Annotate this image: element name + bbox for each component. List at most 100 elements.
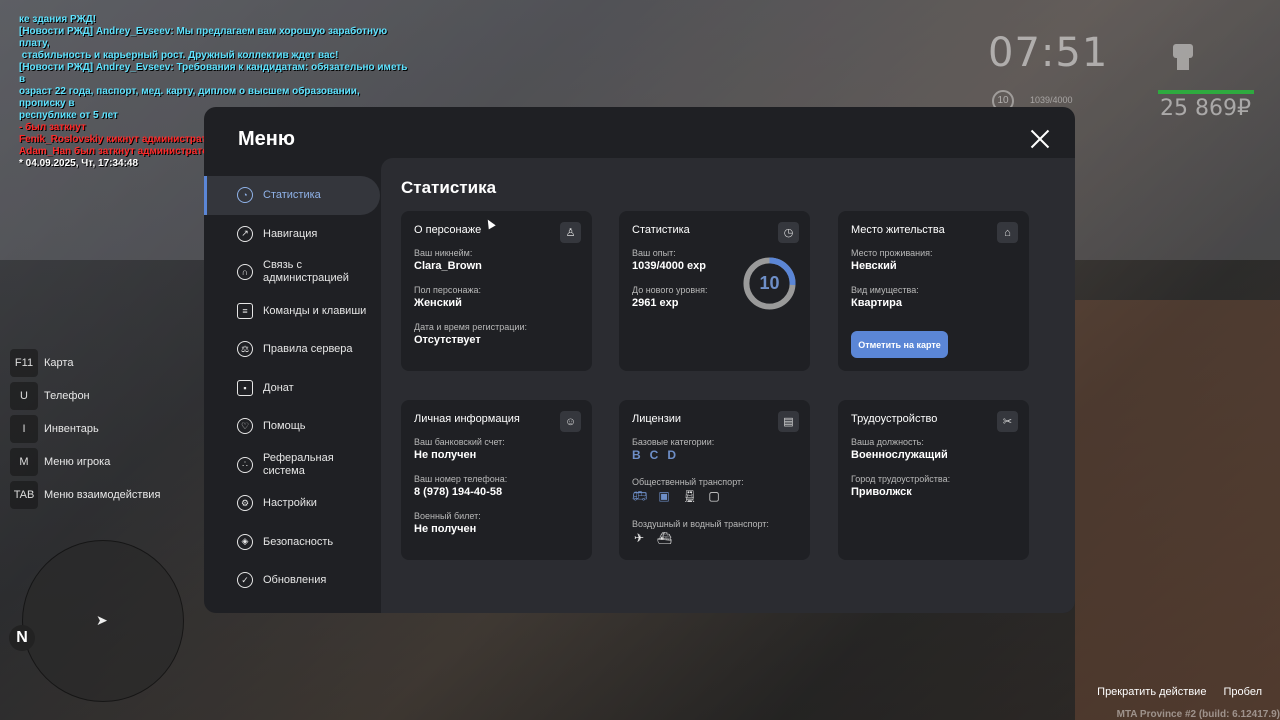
sidebar-item-statistics[interactable]: ◔ Статистика (204, 176, 380, 215)
key-hint-player-menu[interactable]: M Меню игрока (10, 445, 160, 478)
space-key-label: Пробел (1223, 686, 1263, 698)
plane-icon: ✈ (633, 531, 645, 545)
key-cap: I (10, 414, 38, 443)
tram-icon: ▢ (708, 489, 720, 503)
license-category: C (649, 448, 659, 462)
key-label: Карта (44, 356, 74, 369)
sidebar-item-updates[interactable]: ✓ Обновления (204, 561, 380, 600)
boat-icon: ⛴ (657, 531, 673, 545)
sidebar-item-label: Безопасность (263, 535, 334, 548)
chat-line: ке здания РЖД! (19, 14, 97, 25)
air-water-transport-icons: ✈ ⛴ (632, 531, 682, 545)
action-hints: Прекратить действие Пробел (1083, 686, 1262, 698)
sidebar-item-donate[interactable]: ▪ Донат (204, 369, 380, 408)
heart-hands-icon: ♡ (237, 418, 253, 435)
gear-icon: ⚙ (237, 495, 253, 512)
key-cap: TAB (10, 480, 38, 509)
network-icon: ∴ (237, 456, 253, 473)
field-label: Пол персонажа: (414, 285, 482, 295)
sidebar-item-label: Правила сервера (263, 343, 353, 356)
sidebar-item-label: Реферальная система (263, 451, 334, 477)
field-label: Воздушный и водный транспорт: (632, 519, 769, 529)
field-value: Женский (414, 297, 462, 309)
key-cap: M (10, 447, 38, 476)
field-label: Ваш номер телефона: (414, 474, 508, 484)
license-categories: B C D (632, 448, 685, 462)
field-label: Дата и время регистрации: (414, 322, 527, 332)
sidebar-item-commands[interactable]: ≡ Команды и клавиши (204, 292, 380, 331)
headset-icon: ∩ (237, 264, 253, 281)
sidebar-item-security[interactable]: ◈ Безопасность (204, 523, 380, 562)
field-value: 2961 exp (632, 297, 679, 309)
key-hint-phone[interactable]: U Телефон (10, 379, 160, 412)
cancel-action-label: Прекратить действие (1097, 686, 1207, 698)
card-title: О персонаже (414, 224, 482, 236)
level-number: 10 (759, 273, 780, 293)
field-value: Военнослужащий (851, 449, 948, 461)
hud-money: 25 869₽ (1160, 96, 1251, 121)
north-indicator: N (9, 625, 35, 651)
menu-sidebar: ◔ Статистика ↗ Навигация ∩ Связь с админ… (204, 176, 380, 600)
main-menu-window: Меню ◔ Статистика ↗ Навигация ∩ Связь с … (204, 107, 1075, 613)
license-category: D (667, 448, 677, 462)
sidebar-item-label: Помощь (263, 420, 306, 433)
card-title: Место жительства (851, 224, 945, 236)
player-arrow-icon: ➤ (96, 612, 108, 628)
pie-chart-icon: ◔ (237, 187, 253, 204)
field-label: Вид имущества: (851, 285, 919, 295)
compass-icon: ↗ (237, 225, 253, 242)
wallet-icon: ▪ (237, 379, 253, 396)
card-licenses: Лицензии ▤ Базовые категории: B C D Обще… (619, 400, 810, 560)
sidebar-item-label: Команды и клавиши (263, 304, 367, 317)
field-label: Место проживания: (851, 248, 933, 258)
key-hint-map[interactable]: F11 Карта (10, 346, 160, 379)
sidebar-item-admin-contact[interactable]: ∩ Связь с администрацией (204, 253, 380, 292)
key-label: Меню взаимодействия (44, 488, 161, 501)
sidebar-item-help[interactable]: ♡ Помощь (204, 407, 380, 446)
field-value: Clara_Brown (414, 260, 482, 272)
user-icon: ♙ (560, 222, 581, 243)
build-version: MTA Province #2 (build: 6.12417.9) (1116, 709, 1280, 720)
document-icon: ≡ (237, 302, 253, 319)
chat-line: [Новости РЖД] Andrey_Evseev: Требования … (19, 62, 411, 85)
key-hint-inventory[interactable]: I Инвентарь (10, 412, 160, 445)
mark-on-map-button[interactable]: Отметить на карте (851, 331, 948, 358)
field-label: Ваш банковский счет: (414, 437, 505, 447)
train-icon: 🚆︎ (682, 489, 698, 503)
fist-icon (1166, 38, 1200, 74)
sidebar-item-settings[interactable]: ⚙ Настройки (204, 484, 380, 523)
sidebar-item-rules[interactable]: ⚖ Правила сервера (204, 330, 380, 369)
sidebar-item-navigation[interactable]: ↗ Навигация (204, 215, 380, 254)
field-label: До нового уровня: (632, 285, 708, 295)
field-label: Общественный транспорт: (632, 477, 744, 487)
license-category: B (632, 448, 641, 462)
field-value: 8 (978) 194-40-58 (414, 486, 503, 498)
key-cap: F11 (10, 348, 38, 377)
face-icon: ☺ (560, 411, 581, 432)
field-value: Квартира (851, 297, 903, 309)
close-icon[interactable] (1030, 129, 1050, 149)
card-title: Лицензии (632, 413, 682, 425)
card-personal-info: Личная информация ☺ Ваш банковский счет:… (401, 400, 592, 560)
sidebar-item-label: Статистика (263, 189, 321, 202)
license-icon: ▤ (778, 411, 799, 432)
sidebar-item-referral[interactable]: ∴ Реферальная система (204, 446, 380, 485)
card-character: О персонаже ♙ Ваш никнейм: Clara_Brown П… (401, 211, 592, 371)
field-value: Приволжск (851, 486, 912, 498)
health-bar (1158, 90, 1254, 94)
hud-clock: 07:51 (988, 30, 1109, 76)
field-value: Не получен (414, 449, 477, 461)
public-transport-icons: 🚌︎ ▣ 🚆︎ ▢ (632, 489, 732, 503)
sidebar-item-label: Навигация (263, 227, 318, 240)
field-label: Базовые категории: (632, 437, 715, 447)
field-value: 1039/4000 exp (632, 260, 707, 272)
key-label: Инвентарь (44, 422, 99, 435)
field-label: Ваш опыт: (632, 248, 676, 258)
card-statistics: Статистика ◷ Ваш опыт: 1039/4000 exp До … (619, 211, 810, 371)
field-value: Отсутствует (414, 334, 481, 346)
refresh-check-icon: ✓ (237, 572, 253, 589)
sidebar-item-label: Обновления (263, 574, 327, 587)
key-hint-interaction-menu[interactable]: TAB Меню взаимодействия (10, 478, 160, 511)
card-title: Трудоустройство (851, 413, 938, 425)
chat-line: [Новости РЖД] Andrey_Evseev: Мы предлага… (19, 26, 390, 49)
